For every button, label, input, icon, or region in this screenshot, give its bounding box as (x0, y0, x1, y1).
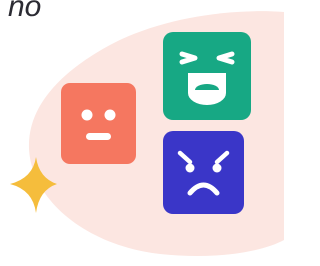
neutral-face-icon (61, 83, 136, 164)
sad-face-icon (163, 131, 244, 214)
illustration (10, 11, 284, 257)
shocked-face-icon (163, 32, 251, 120)
emoji-illustration-panel: no (0, 0, 284, 266)
